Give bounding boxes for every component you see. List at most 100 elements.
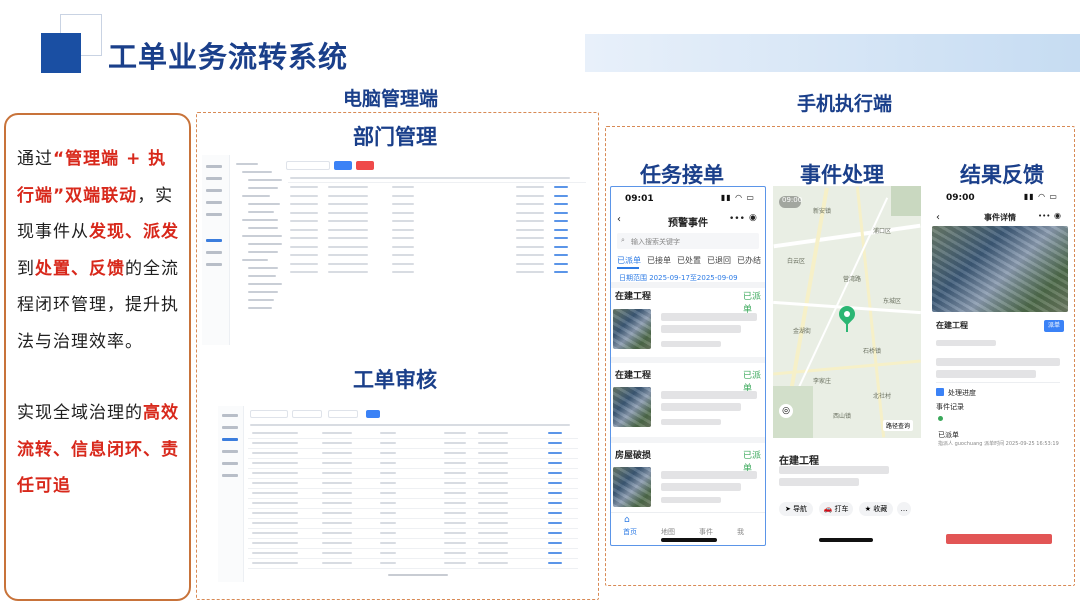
home-icon[interactable]: ⌂	[624, 515, 630, 525]
ticket-table-cell[interactable]	[548, 532, 562, 534]
dept-table-cell[interactable]	[554, 211, 568, 214]
ticket-table-cell	[322, 532, 352, 534]
card3-photo	[613, 467, 651, 507]
dept-table-cell[interactable]	[554, 245, 568, 248]
ticket-table-cell	[444, 512, 466, 514]
event-title: 在建工程	[779, 456, 819, 467]
body-text: 到	[17, 258, 35, 279]
dept-table-cell[interactable]	[554, 203, 568, 205]
ticket-table-cell	[322, 452, 352, 454]
body-text: 通过	[17, 149, 53, 169]
nav-map[interactable]: 地图	[661, 527, 675, 537]
ticket-table-cell	[252, 442, 298, 444]
record-label: 事件记录	[936, 403, 964, 411]
ticket-table-cell	[478, 522, 508, 524]
ticket-table-cell	[380, 502, 396, 504]
dept-table-cell[interactable]	[554, 228, 568, 231]
dept-table-cell[interactable]	[554, 262, 568, 265]
summary-paragraph: 实现全域治理的高效流转、信息闭环、责任可追	[17, 395, 179, 505]
ticket-table-cell[interactable]	[548, 472, 562, 474]
dept-table-cell	[516, 203, 544, 205]
dept-table-cell	[392, 228, 414, 231]
card3-title: 房屋破损	[615, 451, 652, 461]
dept-table-cell[interactable]	[554, 194, 568, 197]
ticket-table-cell	[444, 462, 466, 464]
timeline-dot-icon	[938, 416, 943, 421]
card1-title: 在建工程	[615, 292, 652, 302]
ticket-table-cell	[478, 562, 508, 564]
tab-handled[interactable]: 已处置	[677, 255, 701, 266]
signal-wifi-battery-icon: ▮▮ ◠ ▭	[1023, 192, 1058, 201]
dept-table-cell	[516, 194, 544, 197]
dept-table-cell[interactable]	[554, 186, 568, 188]
locate-icon[interactable]: ◎	[779, 404, 793, 418]
intro-paragraph: 通过“管理端 + 执行端”双端联动，实现事件从发现、派发到处置、反馈的全流程闭环…	[17, 141, 179, 360]
taxi-button[interactable]: 🚗 打车	[819, 502, 853, 516]
more-icon[interactable]: •••	[1038, 212, 1050, 220]
navigate-button[interactable]: ➤ 导航	[779, 502, 813, 516]
ticket-table-cell	[444, 452, 466, 454]
dept-table-cell	[392, 211, 414, 214]
ticket-table-cell	[380, 462, 396, 464]
ticket-table-cell	[252, 502, 298, 504]
more-actions-button[interactable]: …	[897, 502, 911, 516]
dept-table-cell	[328, 271, 368, 273]
mobile-section-heading: 手机执行端	[797, 93, 893, 115]
ticket-table-cell[interactable]	[548, 442, 562, 444]
dept-table-cell	[328, 211, 368, 214]
target-icon[interactable]: ◉	[749, 213, 757, 223]
ticket-table-cell[interactable]	[548, 542, 562, 544]
ticket-table-cell	[322, 482, 352, 484]
ticket-table-cell	[380, 522, 396, 524]
dept-table-cell	[290, 203, 318, 205]
ticket-table-cell[interactable]	[548, 512, 562, 514]
nav-me[interactable]: 我	[737, 527, 744, 537]
nav-home[interactable]: 首页	[623, 527, 637, 537]
more-icon[interactable]: •••	[729, 214, 745, 224]
ticket-table-cell	[322, 562, 352, 564]
dept-search-button[interactable]	[334, 161, 352, 170]
route-query-button[interactable]: 路径查询	[883, 420, 914, 431]
dept-table-cell[interactable]	[554, 271, 568, 273]
ticket-table-cell	[322, 552, 352, 554]
ticket-table-cell[interactable]	[548, 432, 562, 434]
ticket-table-cell[interactable]	[548, 462, 562, 464]
ticket-table-cell	[380, 542, 396, 544]
ticket-search-button[interactable]	[366, 410, 380, 418]
ticket-table-cell	[380, 472, 396, 474]
tab-accepted[interactable]: 已接单	[647, 255, 671, 266]
ticket-table-cell[interactable]	[548, 492, 562, 494]
ticket-table-cell[interactable]	[548, 522, 562, 524]
body-text: 实现全域治理的	[17, 403, 143, 423]
ticket-table-cell	[322, 522, 352, 524]
dept-table-cell[interactable]	[554, 220, 568, 222]
dept-reset-button[interactable]	[356, 161, 374, 170]
dept-table-cell[interactable]	[554, 237, 568, 239]
tab-dispatched[interactable]: 已派单	[617, 255, 641, 266]
card1-status: 已派单	[743, 292, 762, 315]
dept-management-heading: 部门管理	[353, 125, 437, 149]
ticket-table-cell[interactable]	[548, 482, 562, 484]
ticket-review-heading: 工单审核	[353, 368, 437, 392]
tab-completed[interactable]: 已办结	[737, 255, 761, 266]
ticket-table-cell[interactable]	[548, 452, 562, 454]
ticket-table-cell	[252, 462, 298, 464]
feedback-submit-button[interactable]	[946, 534, 1052, 544]
nav-events[interactable]: 事件	[699, 527, 713, 537]
ticket-table-cell[interactable]	[548, 502, 562, 504]
map-view[interactable]: 新安镇 浦口区 白云区 营湾路 东城区 金湖街 石桥镇 李家庄 北社村 西山镇 …	[773, 186, 921, 438]
target-icon[interactable]: ◉	[1054, 211, 1061, 220]
dispatch-button[interactable]: 派单	[1044, 320, 1064, 332]
highlight-text: 发现、派发	[89, 222, 179, 242]
favorite-button[interactable]: ★ 收藏	[859, 502, 893, 516]
ticket-table-cell[interactable]	[548, 552, 562, 554]
dept-table-cell[interactable]	[554, 254, 568, 256]
search-input[interactable]: ⌕ 输入搜索关键字	[617, 233, 759, 249]
tab-returned[interactable]: 已退回	[707, 255, 731, 266]
search-icon: ⌕	[621, 236, 625, 244]
ticket-table-cell[interactable]	[548, 562, 562, 564]
dept-table-cell	[516, 228, 544, 231]
dept-table-cell	[290, 254, 318, 256]
ticket-table-cell	[444, 532, 466, 534]
active-tab-indicator	[617, 267, 639, 269]
